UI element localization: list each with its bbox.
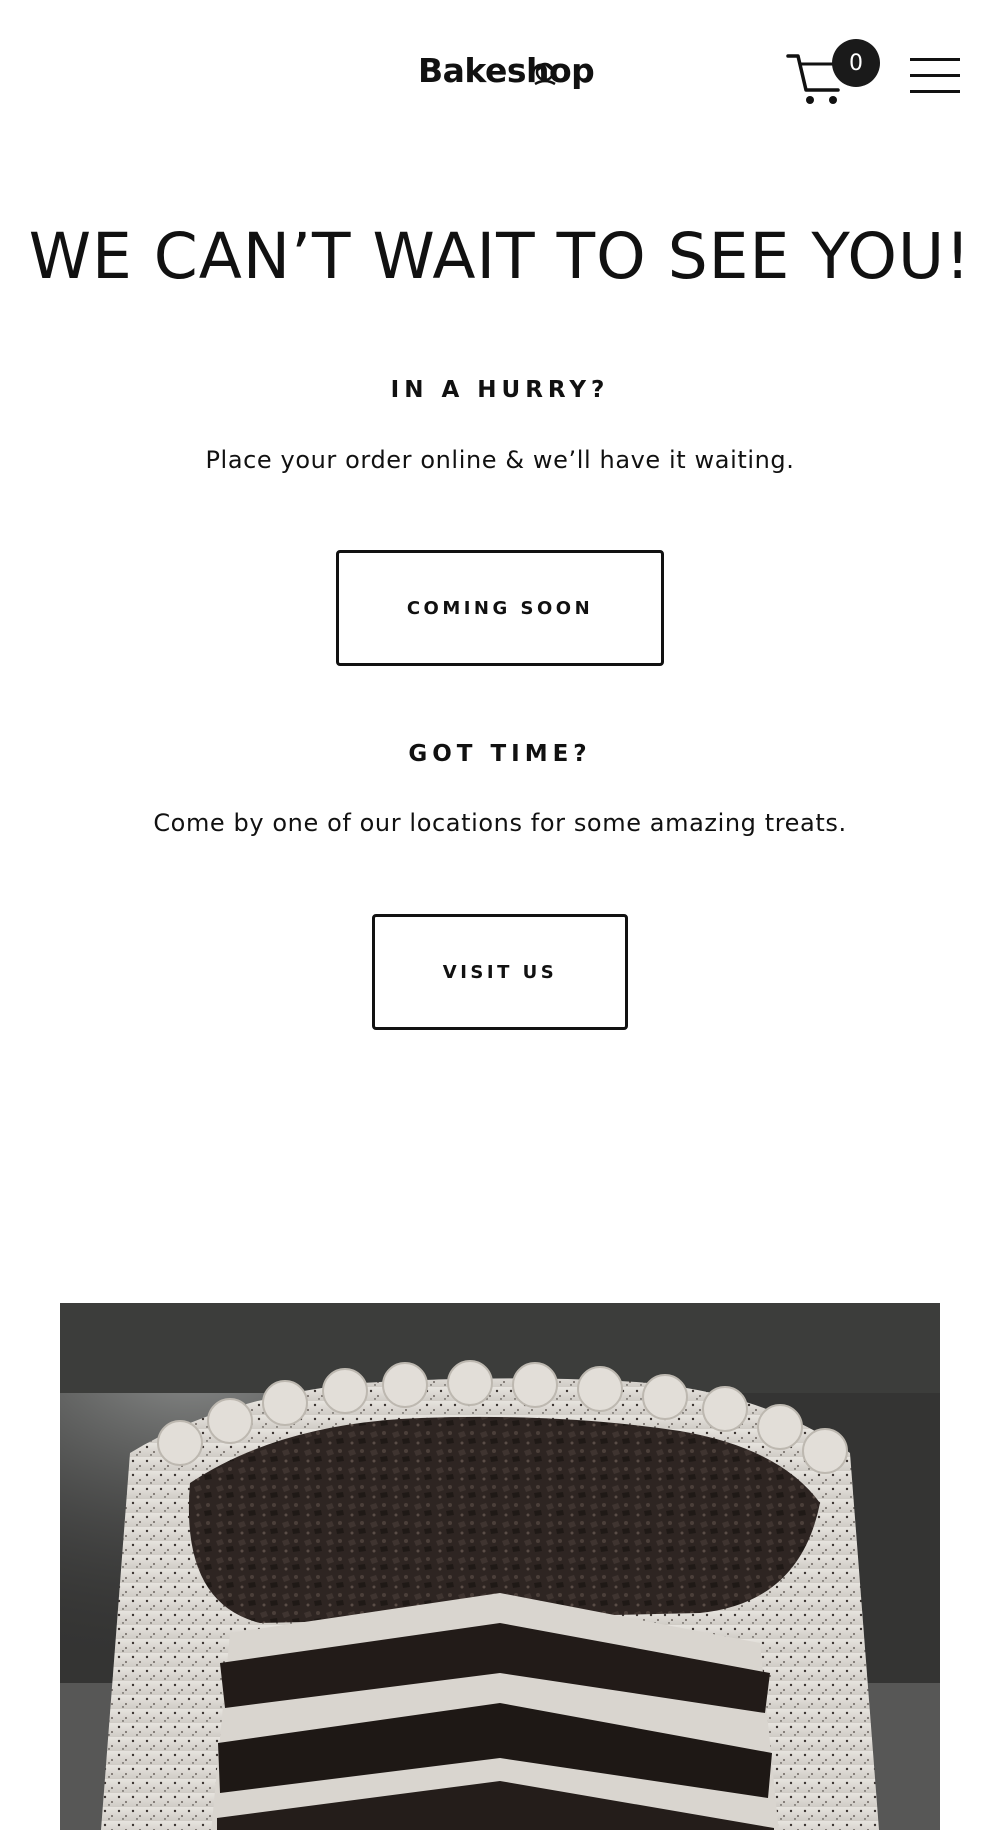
got-time-heading: GOT TIME? (408, 741, 592, 767)
cart-count-badge: 0 (832, 39, 880, 87)
page: Bakeshop 0 WE CAN’T WAIT TO SEE YOU! IN … (0, 0, 1000, 1830)
whisk-icon (534, 62, 556, 86)
menu-line (910, 90, 960, 93)
menu-line (910, 58, 960, 61)
hurry-heading: IN A HURRY? (390, 377, 610, 403)
got-time-text: Come by one of our locations for some am… (153, 809, 847, 837)
hurry-text: Place your order online & we’ll have it … (205, 446, 795, 474)
cake-photo (60, 1303, 940, 1830)
coming-soon-label: COMING SOON (406, 597, 594, 619)
cake-illustration (60, 1303, 940, 1830)
site-header: Bakeshop 0 (0, 0, 1000, 150)
hamburger-menu-icon[interactable] (910, 56, 962, 94)
menu-line (910, 74, 960, 77)
page-title: WE CAN’T WAIT TO SEE YOU! (28, 220, 972, 293)
coming-soon-button[interactable]: COMING SOON (336, 550, 664, 666)
site-logo[interactable]: Bakeshop (418, 51, 595, 90)
visit-us-button[interactable]: VISIT US (372, 914, 628, 1030)
logo-text: Bakeshop (418, 51, 595, 90)
visit-us-label: VISIT US (442, 961, 558, 983)
